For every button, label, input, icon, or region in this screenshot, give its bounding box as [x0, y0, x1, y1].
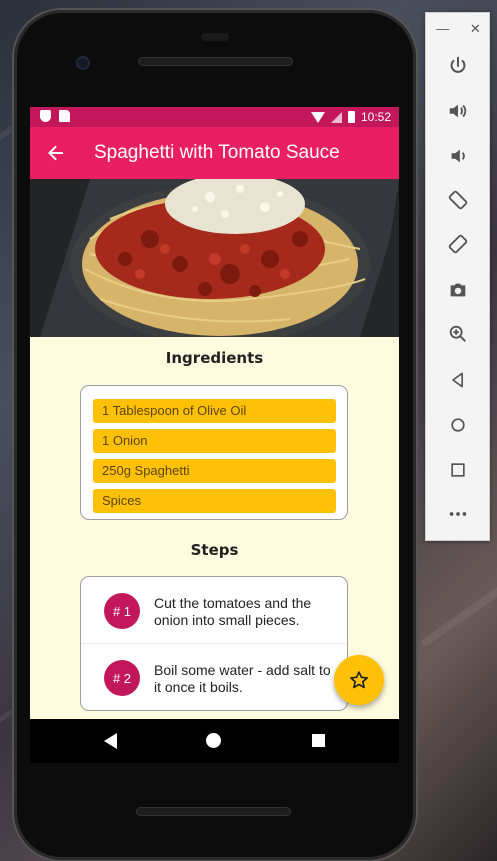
recipe-hero-image: [30, 179, 399, 337]
ingredients-title: Ingredients: [165, 349, 264, 367]
proximity-sensor: [201, 33, 229, 41]
app-bar: Spaghetti with Tomato Sauce: [30, 127, 399, 179]
step-item[interactable]: # 2 Boil some water - add salt to it onc…: [81, 643, 347, 709]
signal-icon: [330, 111, 342, 123]
page-title: Spaghetti with Tomato Sauce: [94, 142, 340, 163]
bottom-speaker: [136, 807, 291, 816]
battery-icon: [347, 111, 355, 123]
ingredients-card[interactable]: 1 Tablespoon of Olive Oil 1 Onion 250g S…: [80, 385, 348, 520]
ingredient-chip[interactable]: 250g Spaghetti: [93, 459, 336, 483]
back-icon[interactable]: [443, 365, 473, 395]
star-outline-icon: [350, 671, 368, 689]
ingredient-chip[interactable]: 1 Onion: [93, 429, 336, 453]
step-text: Cut the tomatoes and the onion into smal…: [154, 595, 312, 628]
wallpaper-streak: [420, 560, 497, 648]
steps-card[interactable]: # 1 Cut the tomatoes and the onion into …: [80, 576, 348, 711]
step-text: Boil some water - add salt to it once it…: [154, 662, 331, 695]
earpiece-speaker: [138, 57, 293, 66]
sd-card-icon: [59, 110, 70, 122]
camera-icon[interactable]: [443, 275, 473, 305]
arrow-back-icon[interactable]: [42, 139, 70, 167]
status-time: 10:52: [360, 110, 391, 124]
shield-icon: [40, 110, 51, 122]
emulator-toolbar: — ✕: [425, 12, 490, 541]
zoom-icon[interactable]: [443, 319, 473, 349]
rotate-left-icon[interactable]: [443, 185, 473, 215]
status-bar: 10:52: [30, 107, 399, 127]
favorite-button[interactable]: [334, 655, 384, 705]
ingredient-chip[interactable]: Spices: [93, 489, 336, 513]
android-nav-bar: [30, 719, 399, 763]
nav-overview-icon[interactable]: [312, 734, 325, 747]
home-icon[interactable]: [443, 410, 473, 440]
more-icon[interactable]: [443, 499, 473, 529]
ingredient-chip[interactable]: 1 Tablespoon of Olive Oil: [93, 399, 336, 423]
ingredients-list[interactable]: 1 Tablespoon of Olive Oil 1 Onion 250g S…: [93, 399, 336, 519]
overview-icon[interactable]: [443, 455, 473, 485]
steps-title: Steps: [190, 541, 239, 559]
nav-home-icon[interactable]: [206, 733, 221, 748]
volume-down-icon[interactable]: [443, 141, 473, 171]
nav-back-icon[interactable]: [104, 733, 117, 749]
step-number-badge: # 2: [104, 660, 140, 696]
rotate-right-icon[interactable]: [443, 229, 473, 259]
volume-up-icon[interactable]: [443, 96, 473, 126]
power-icon[interactable]: [443, 51, 473, 81]
wifi-icon: [310, 111, 325, 123]
close-icon[interactable]: ✕: [470, 21, 481, 37]
app-screen: 10:52 Spaghetti with Tomato Sauce Ingred…: [30, 107, 399, 759]
step-item[interactable]: # 1 Cut the tomatoes and the onion into …: [81, 577, 347, 643]
front-camera: [76, 56, 90, 70]
step-number-badge: # 1: [104, 593, 140, 629]
minimize-icon[interactable]: —: [436, 21, 449, 37]
